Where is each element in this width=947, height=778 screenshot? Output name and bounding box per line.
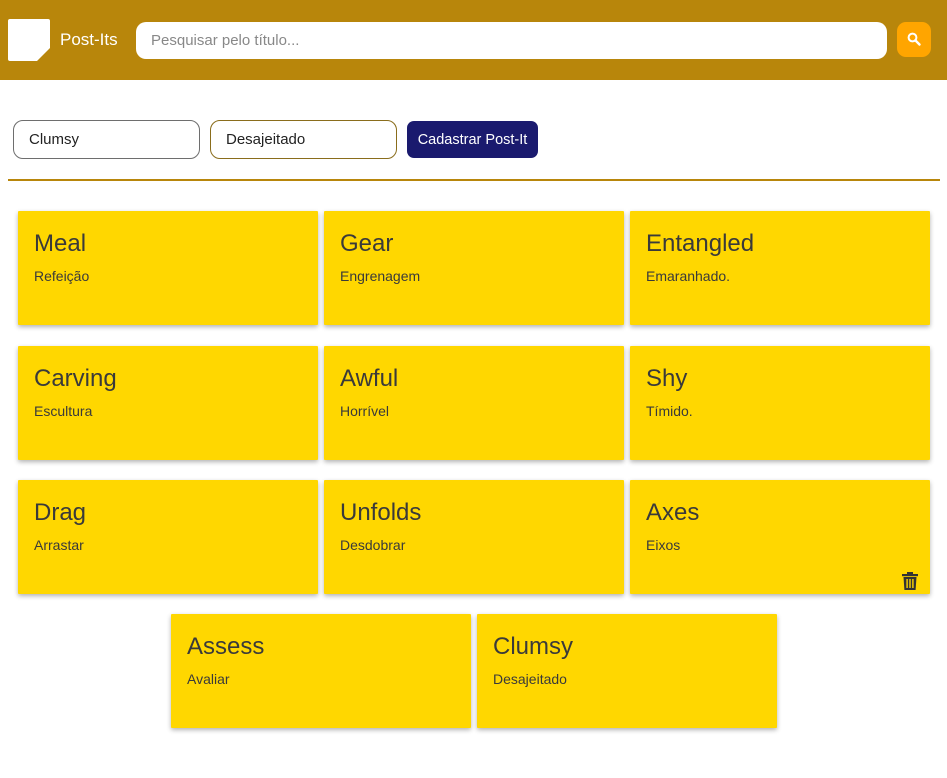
note-title: Assess bbox=[187, 633, 265, 660]
note-title: Axes bbox=[646, 499, 700, 526]
note-description: Arrastar bbox=[34, 537, 84, 553]
title-input[interactable] bbox=[13, 120, 200, 159]
post-it-note[interactable]: Carving Escultura bbox=[18, 346, 318, 460]
search-button[interactable] bbox=[897, 22, 931, 57]
post-it-note[interactable]: Gear Engrenagem bbox=[324, 211, 624, 325]
description-input[interactable] bbox=[210, 120, 397, 159]
note-description: Eixos bbox=[646, 537, 681, 553]
post-it-note[interactable]: Clumsy Desajeitado bbox=[477, 614, 777, 728]
post-it-note[interactable]: Shy Tímido. bbox=[630, 346, 930, 460]
post-it-note[interactable]: Awful Horrível bbox=[324, 346, 624, 460]
post-it-note[interactable]: Entangled Emaranhado. bbox=[630, 211, 930, 325]
search-icon bbox=[907, 32, 921, 46]
note-title: Carving bbox=[34, 365, 117, 392]
search-input[interactable] bbox=[136, 22, 887, 59]
note-description: Desdobrar bbox=[340, 537, 406, 553]
note-description: Emaranhado. bbox=[646, 268, 731, 284]
note-description: Escultura bbox=[34, 403, 93, 419]
note-description: Horrível bbox=[340, 403, 390, 419]
note-description: Engrenagem bbox=[340, 268, 421, 284]
post-it-note[interactable]: Assess Avaliar bbox=[171, 614, 471, 728]
note-title: Shy bbox=[646, 365, 688, 392]
note-title: Meal bbox=[34, 230, 87, 257]
note-description: Avaliar bbox=[187, 671, 230, 687]
note-title: Entangled bbox=[646, 230, 755, 257]
note-description: Tímido. bbox=[646, 403, 693, 419]
post-it-note[interactable]: Unfolds Desdobrar bbox=[324, 480, 624, 594]
post-it-logo-icon bbox=[8, 19, 50, 61]
brand-title: Post-Its bbox=[60, 30, 118, 49]
submit-post-it-button[interactable]: Cadastrar Post-It bbox=[407, 121, 538, 158]
post-it-note[interactable]: Axes Eixos bbox=[630, 480, 930, 594]
note-description: Refeição bbox=[34, 268, 90, 284]
note-title: Awful bbox=[340, 365, 399, 392]
trash-icon[interactable] bbox=[902, 572, 918, 590]
note-title: Unfolds bbox=[340, 499, 422, 526]
divider bbox=[8, 179, 940, 181]
post-it-note[interactable]: Meal Refeição bbox=[18, 211, 318, 325]
note-title: Gear bbox=[340, 230, 394, 257]
note-title: Drag bbox=[34, 499, 87, 526]
post-it-note[interactable]: Drag Arrastar bbox=[18, 480, 318, 594]
note-title: Clumsy bbox=[493, 633, 574, 660]
note-description: Desajeitado bbox=[493, 671, 567, 687]
top-bar: Post-Its bbox=[0, 0, 947, 80]
